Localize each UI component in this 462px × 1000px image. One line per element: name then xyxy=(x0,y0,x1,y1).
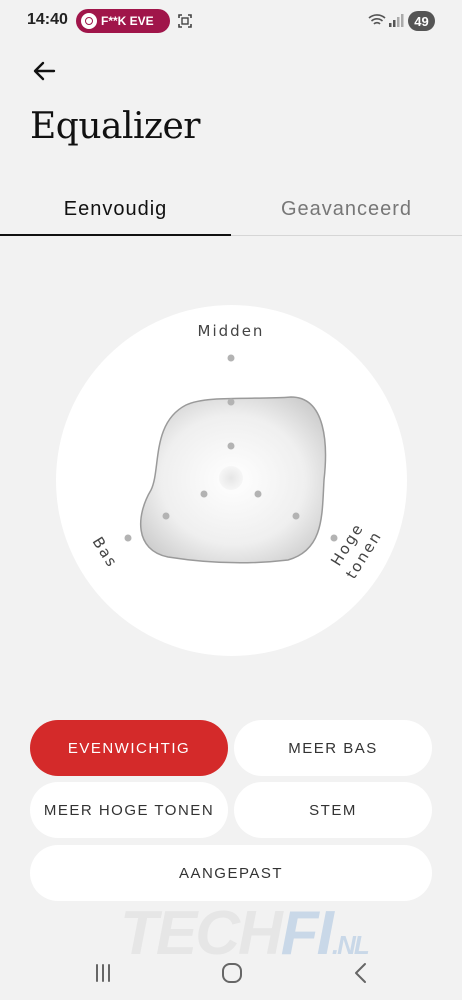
status-bar: 14:40 F**K EVE 49 xyxy=(0,0,462,42)
wifi-icon xyxy=(368,14,386,25)
notification-pill[interactable]: F**K EVE xyxy=(76,9,170,33)
equalizer-control[interactable]: Midden Bas Hoge tonen xyxy=(56,305,407,656)
mid-axis-dot xyxy=(227,442,235,450)
battery-indicator: 49 xyxy=(408,11,435,31)
recent-apps-icon[interactable] xyxy=(88,960,118,986)
bass-level-handle[interactable] xyxy=(162,512,170,520)
preset-stem-button[interactable]: STEM xyxy=(234,782,432,838)
preset-aangepast-button[interactable]: AANGEPAST xyxy=(30,845,432,901)
treble-axis-dot xyxy=(254,490,262,498)
mid-axis-dot xyxy=(227,354,235,362)
tab-eenvoudig[interactable]: Eenvoudig xyxy=(0,196,231,236)
preset-evenwichtig-button[interactable]: EVENWICHTIG xyxy=(30,720,228,776)
signal-icon xyxy=(389,14,404,27)
preset-meer-bas-button[interactable]: MEER BAS xyxy=(234,720,432,776)
status-time: 14:40 xyxy=(27,11,68,28)
page-title: Equalizer xyxy=(30,106,200,147)
home-icon[interactable] xyxy=(217,960,247,986)
treble-axis-dot xyxy=(330,534,338,542)
tab-active-indicator xyxy=(0,234,231,236)
search-icon xyxy=(81,13,97,29)
bass-axis-dot xyxy=(200,490,208,498)
treble-level-handle[interactable] xyxy=(292,512,300,520)
mid-label: Midden xyxy=(198,322,265,340)
bass-axis-dot xyxy=(124,534,132,542)
screenshot-icon xyxy=(178,14,192,28)
navigation-bar xyxy=(0,948,462,1000)
mid-level-handle[interactable] xyxy=(227,398,235,406)
back-arrow-icon[interactable] xyxy=(28,56,60,86)
back-icon[interactable] xyxy=(346,960,376,986)
equalizer-center xyxy=(219,466,243,490)
notification-pill-text: F**K EVE xyxy=(101,14,154,28)
preset-meer-hoge-tonen-button[interactable]: MEER HOGE TONEN xyxy=(30,782,228,838)
tab-geavanceerd[interactable]: Geavanceerd xyxy=(231,196,462,236)
